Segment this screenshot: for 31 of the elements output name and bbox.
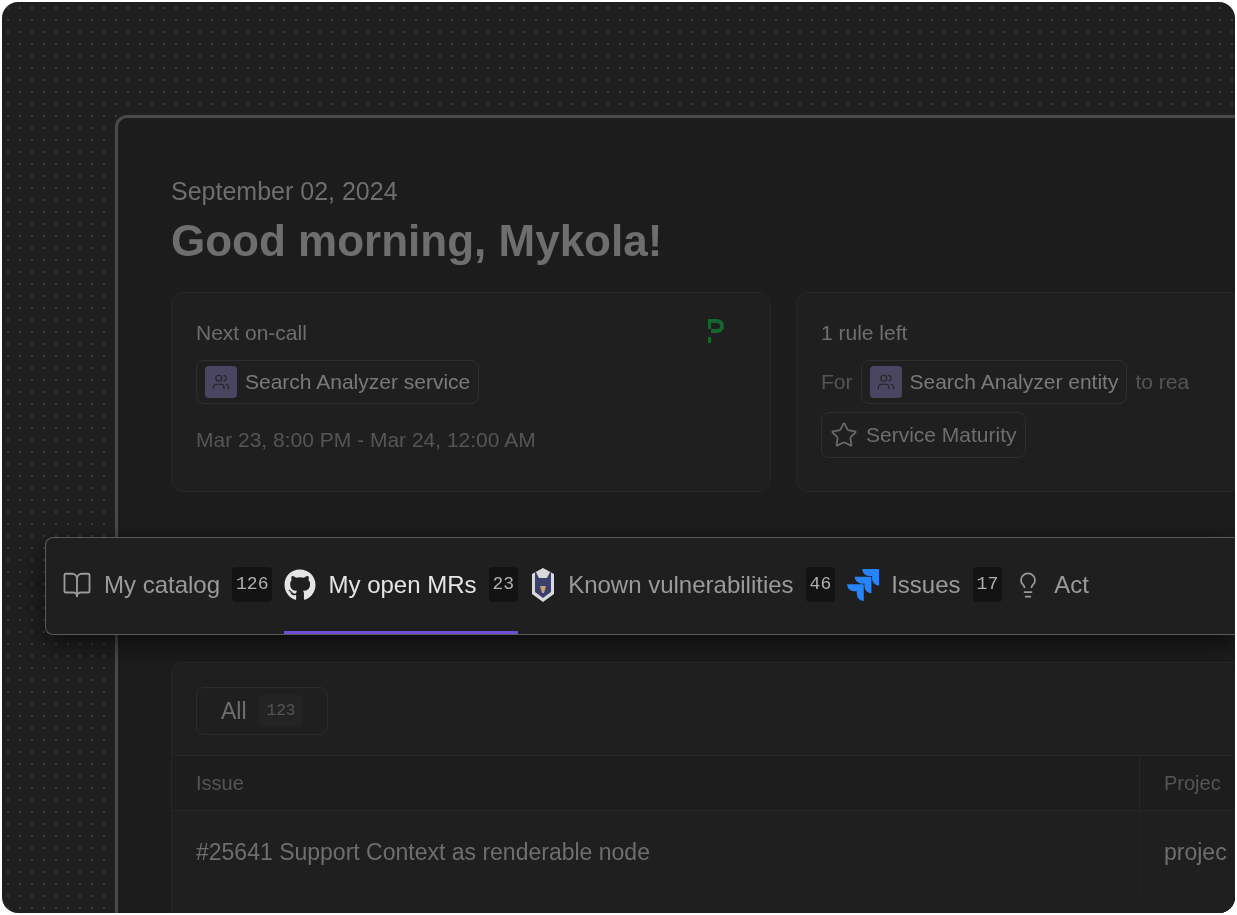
tab-count: 17 <box>972 567 1003 602</box>
entity-chip[interactable]: Search Analyzer entity <box>860 360 1128 404</box>
card-title: Next on-call <box>196 319 307 346</box>
team-icon <box>869 366 902 398</box>
tab[interactable]: My open MRs 23 <box>284 538 519 634</box>
tab[interactable]: Issues 17 <box>847 538 1003 634</box>
scorecard-chip[interactable]: Service Maturity <box>821 412 1026 458</box>
tab[interactable]: Act <box>1014 538 1089 634</box>
table-cell: #25641 Support Context as renderable node <box>172 811 1140 894</box>
dog-shield-icon <box>530 565 557 604</box>
jira-icon <box>847 568 880 601</box>
table-cell-text: projec <box>1163 838 1228 867</box>
column-header: Issue <box>172 756 1140 810</box>
column-header: Projec <box>1163 771 1222 796</box>
card-title: 1 rule left <box>821 320 908 344</box>
pagerduty-logo-icon <box>706 316 726 345</box>
entity-name: Search Analyzer entity <box>909 369 1119 396</box>
tab-count: 23 <box>488 567 519 602</box>
tab[interactable]: Known vulnerabilities 46 <box>530 538 836 634</box>
team-icon <box>205 366 237 398</box>
scorecard-name: Service Maturity <box>866 422 1017 448</box>
tab-count: 126 <box>232 567 273 602</box>
github-icon <box>284 568 317 601</box>
date-label: September 02, 2024 <box>171 176 399 207</box>
star-icon <box>830 420 858 449</box>
entity-chip[interactable]: Search Analyzer service <box>196 360 480 404</box>
tab-count: 46 <box>805 567 836 602</box>
filter-label: All <box>221 696 247 726</box>
tab[interactable]: My catalog 126 <box>62 538 273 634</box>
greeting-heading: Good morning, Mykola! <box>171 214 664 267</box>
entity-name: Search Analyzer service <box>245 369 471 396</box>
